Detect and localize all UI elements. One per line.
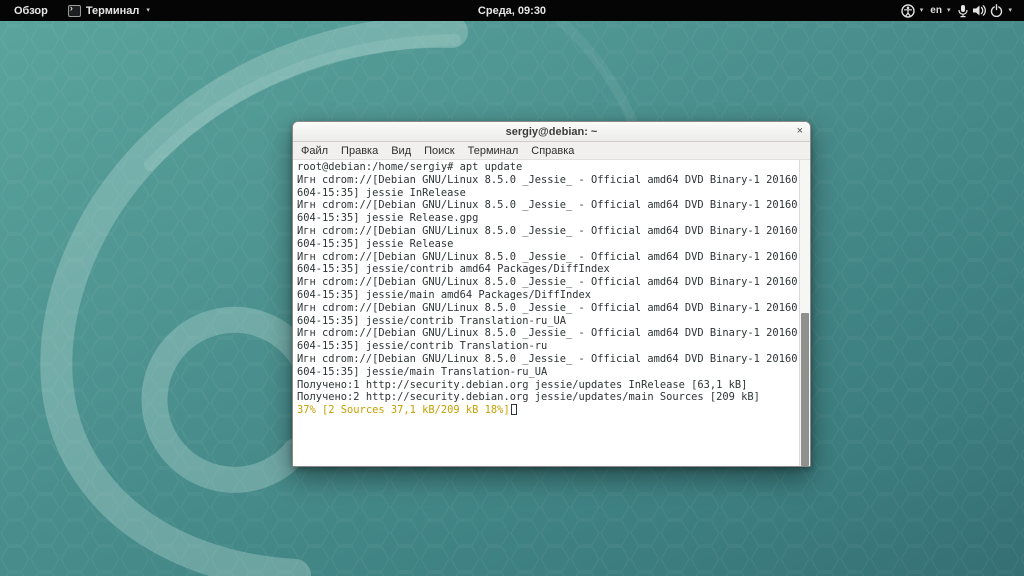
terminal-line-text: 604-15:35] jessie/contrib amd64 Packages… xyxy=(297,263,610,275)
terminal-line: root@debian:/home/sergiy# apt update xyxy=(297,161,796,174)
terminal-line-text: Игн cdrom://[Debian GNU/Linux 8.5.0 _Jes… xyxy=(297,251,797,263)
terminal-line-text: Игн cdrom://[Debian GNU/Linux 8.5.0 _Jes… xyxy=(297,302,797,314)
power-icon xyxy=(990,4,1003,17)
app-menu-label: Терминал xyxy=(86,5,140,17)
terminal-line-text: 37% [2 Sources 37,1 kB/209 kB 18%] xyxy=(297,404,510,416)
terminal-line: Игн cdrom://[Debian GNU/Linux 8.5.0 _Jes… xyxy=(297,327,796,340)
terminal-line-text: 604-15:35] jessie/contrib Translation-ru xyxy=(297,340,547,352)
menu-item-view[interactable]: Вид xyxy=(391,145,411,157)
terminal-line: 604-15:35] jessie Release.gpg xyxy=(297,212,796,225)
menu-item-search[interactable]: Поиск xyxy=(424,145,454,157)
terminal-line: Игн cdrom://[Debian GNU/Linux 8.5.0 _Jes… xyxy=(297,251,796,264)
close-button[interactable]: × xyxy=(797,123,803,140)
terminal-line: Игн cdrom://[Debian GNU/Linux 8.5.0 _Jes… xyxy=(297,225,796,238)
terminal-line: Игн cdrom://[Debian GNU/Linux 8.5.0 _Jes… xyxy=(297,353,796,366)
terminal-line-text: 604-15:35] jessie/contrib Translation-ru… xyxy=(297,315,566,327)
terminal-line: 604-15:35] jessie Release xyxy=(297,238,796,251)
app-menu-button[interactable]: Терминал ▾ xyxy=(68,5,150,17)
terminal-output: root@debian:/home/sergiy# apt updateИгн … xyxy=(297,161,796,466)
accessibility-menu[interactable]: ▾ xyxy=(901,4,924,18)
clock-area: Среда, 09:30 xyxy=(0,5,1024,17)
terminal-line-text: Игн cdrom://[Debian GNU/Linux 8.5.0 _Jes… xyxy=(297,225,797,237)
volume-icon xyxy=(972,4,987,17)
menu-item-help[interactable]: Справка xyxy=(531,145,574,157)
terminal-line: 604-15:35] jessie/main Translation-ru_UA xyxy=(297,366,796,379)
chevron-down-icon: ▾ xyxy=(1008,7,1012,14)
terminal-line: 604-15:35] jessie InRelease xyxy=(297,187,796,200)
terminal-line: Игн cdrom://[Debian GNU/Linux 8.5.0 _Jes… xyxy=(297,276,796,289)
terminal-line: Игн cdrom://[Debian GNU/Linux 8.5.0 _Jes… xyxy=(297,174,796,187)
chevron-down-icon: ▾ xyxy=(146,7,150,14)
system-status-menu[interactable]: ▾ xyxy=(957,4,1012,18)
screen: Обзор Терминал ▾ Среда, 09:30 ▾ xyxy=(0,0,1024,576)
terminal-line: Игн cdrom://[Debian GNU/Linux 8.5.0 _Jes… xyxy=(297,199,796,212)
terminal-cursor xyxy=(511,404,517,415)
microphone-icon xyxy=(957,4,969,18)
terminal-line: Получено:1 http://security.debian.org je… xyxy=(297,379,796,392)
terminal-line-text: 604-15:35] jessie Release xyxy=(297,238,453,250)
terminal-line-text: 604-15:35] jessie/main amd64 Packages/Di… xyxy=(297,289,591,301)
terminal-line: 604-15:35] jessie/main amd64 Packages/Di… xyxy=(297,289,796,302)
window-titlebar[interactable]: sergiy@debian: ~ × xyxy=(293,122,810,142)
terminal-line-text: Игн cdrom://[Debian GNU/Linux 8.5.0 _Jes… xyxy=(297,327,797,339)
terminal-line: 604-15:35] jessie/contrib amd64 Packages… xyxy=(297,263,796,276)
terminal-line-text: Получено:1 http://security.debian.org je… xyxy=(297,379,747,391)
menu-item-terminal[interactable]: Терминал xyxy=(468,145,519,157)
terminal-line: Получено:2 http://security.debian.org je… xyxy=(297,391,796,404)
keyboard-layout-label: en xyxy=(930,5,942,16)
top-bar-right: ▾ en ▾ xyxy=(901,4,1012,18)
accessibility-icon xyxy=(901,4,915,18)
terminal-line-text: Игн cdrom://[Debian GNU/Linux 8.5.0 _Jes… xyxy=(297,174,797,186)
scrollbar-thumb[interactable] xyxy=(801,313,809,466)
terminal-window: sergiy@debian: ~ × Файл Правка Вид Поиск Тер… xyxy=(292,121,811,467)
scrollbar[interactable] xyxy=(799,160,810,466)
top-bar-left: Обзор Терминал ▾ xyxy=(10,5,150,17)
terminal-content[interactable]: root@debian:/home/sergiy# apt updateИгн … xyxy=(293,160,810,466)
menu-bar: Файл Правка Вид Поиск Терминал Справка xyxy=(293,142,810,160)
activities-button[interactable]: Обзор xyxy=(10,5,52,17)
terminal-line: 604-15:35] jessie/contrib Translation-ru xyxy=(297,340,796,353)
clock-button[interactable]: Среда, 09:30 xyxy=(478,5,546,17)
menu-item-file[interactable]: Файл xyxy=(301,145,328,157)
terminal-line: 604-15:35] jessie/contrib Translation-ru… xyxy=(297,315,796,328)
chevron-down-icon: ▾ xyxy=(920,7,924,14)
terminal-line-text: Игн cdrom://[Debian GNU/Linux 8.5.0 _Jes… xyxy=(297,353,797,365)
terminal-line-text: Игн cdrom://[Debian GNU/Linux 8.5.0 _Jes… xyxy=(297,276,797,288)
keyboard-layout-menu[interactable]: en ▾ xyxy=(930,5,950,16)
terminal-line: Игн cdrom://[Debian GNU/Linux 8.5.0 _Jes… xyxy=(297,302,796,315)
terminal-line-text: 604-15:35] jessie InRelease xyxy=(297,187,466,199)
terminal-app-icon xyxy=(68,5,81,17)
window-title: sergiy@debian: ~ xyxy=(293,126,810,138)
terminal-line: 37% [2 Sources 37,1 kB/209 kB 18%] xyxy=(297,404,796,417)
chevron-down-icon: ▾ xyxy=(947,7,951,14)
terminal-line-text: Получено:2 http://security.debian.org je… xyxy=(297,391,760,403)
terminal-line-text: 604-15:35] jessie/main Translation-ru_UA xyxy=(297,366,547,378)
gnome-top-bar: Обзор Терминал ▾ Среда, 09:30 ▾ xyxy=(0,0,1024,21)
terminal-line-text: root@debian:/home/sergiy# apt update xyxy=(297,161,522,173)
menu-item-edit[interactable]: Правка xyxy=(341,145,378,157)
terminal-line-text: 604-15:35] jessie Release.gpg xyxy=(297,212,478,224)
terminal-line-text: Игн cdrom://[Debian GNU/Linux 8.5.0 _Jes… xyxy=(297,199,797,211)
